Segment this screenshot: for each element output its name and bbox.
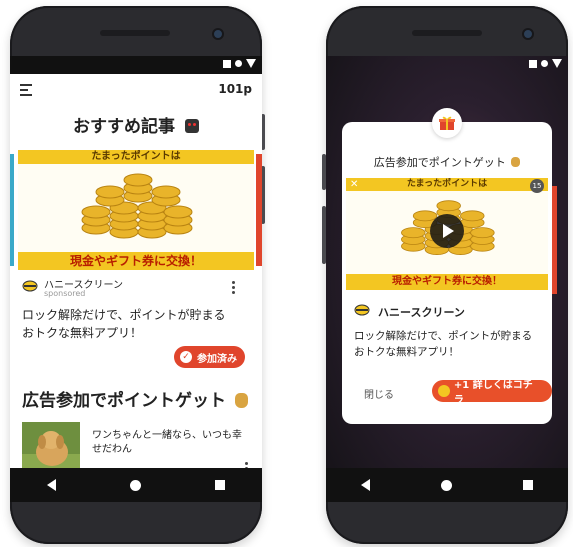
coin-icon (438, 385, 450, 397)
left-screen: 101p おすすめ記事 たまったポイントは 現金やギフト券に交換！ ハニースクリ… (10, 56, 262, 502)
dog-thumbnail (22, 422, 80, 474)
wifi-icon (235, 60, 242, 67)
dialog-description-line2: おトクな無料アプリ！ (354, 346, 459, 358)
play-icon[interactable] (430, 214, 464, 248)
battery-icon (246, 59, 256, 68)
back-nav-icon[interactable] (47, 479, 56, 491)
banner-bottom-text: 現金やギフト券に交換！ (18, 252, 254, 270)
banner-top-text: たまったポイントは (18, 150, 254, 164)
wifi-icon (541, 60, 548, 67)
card-description-line2: おトクな無料アプリ！ (22, 326, 143, 340)
participated-chip-label: 参加済み (197, 353, 237, 365)
battery-icon (552, 59, 562, 68)
front-camera (522, 28, 534, 40)
prev-card-edge (10, 154, 14, 266)
left-phone: 101p おすすめ記事 たまったポイントは 現金やギフト券に交換！ ハニースクリ… (10, 6, 265, 544)
list-item[interactable]: ワンちゃんと一緒なら、いつも幸 せだわん (22, 422, 254, 474)
section-title-recommended: おすすめ記事 (10, 112, 262, 137)
dialog-title-text: 広告参加でポイントゲット (373, 156, 506, 169)
money-bag-icon (234, 393, 248, 408)
list-item-text-line2: せだわん (92, 444, 132, 455)
recents-nav-icon[interactable] (522, 480, 533, 490)
back-nav-icon[interactable] (361, 479, 371, 491)
robot-emoji-icon (184, 119, 199, 133)
details-cta-button[interactable]: +1 詳しくはコチラ (432, 380, 552, 406)
home-nav-icon[interactable] (130, 479, 141, 491)
details-cta-label: +1 詳しくはコチラ (453, 380, 533, 406)
points-counter: 101p (218, 82, 252, 96)
participated-chip[interactable]: ✓ 参加済み (174, 346, 245, 368)
earpiece (100, 30, 170, 36)
section-title-text: おすすめ記事 (73, 117, 176, 137)
dialog-brand: ハニースクリーン (378, 306, 465, 319)
right-phone: 広告参加でポイントゲット たまったポイントは ✕ 15 現金やギフト券に交換！ … (322, 6, 568, 544)
card-description-line1: ロック解除だけで、ポイントが貯まる (22, 308, 226, 322)
nav-bar (10, 468, 262, 502)
recents-nav-icon[interactable] (215, 480, 225, 490)
status-bar (10, 56, 262, 74)
dialog-banner-top-text: たまったポイントは (346, 178, 548, 191)
honeyscreen-logo-icon (22, 280, 38, 292)
next-card-edge (552, 186, 557, 294)
card-sponsored-label: sponsored (44, 289, 86, 298)
earpiece (412, 30, 482, 36)
front-camera (212, 28, 224, 40)
section-title-ad-points-text: 広告参加でポイントゲット (22, 391, 226, 411)
ad-banner-image[interactable]: たまったポイントは 現金やギフト券に交換！ (18, 150, 254, 270)
more-vert-icon[interactable] (232, 281, 235, 296)
gift-icon (432, 108, 462, 138)
coin-stack-image (81, 173, 193, 239)
menu-icon[interactable] (20, 84, 32, 99)
dialog-banner-bottom-text: 現金やギフト券に交換！ (346, 274, 548, 290)
dialog-description-line1: ロック解除だけで、ポイントが貯まる (354, 330, 533, 342)
honeyscreen-logo-icon (354, 304, 370, 316)
section-title-ad-points: 広告参加でポイントゲット (22, 386, 248, 411)
money-bag-icon (511, 157, 521, 167)
right-screen: 広告参加でポイントゲット たまったポイントは ✕ 15 現金やギフト券に交換！ … (326, 56, 568, 502)
home-nav-icon[interactable] (440, 479, 452, 491)
status-bar (326, 56, 568, 74)
close-icon[interactable]: ✕ (350, 179, 358, 190)
dialog-title: 広告参加でポイントゲット (342, 154, 552, 170)
check-icon: ✓ (180, 351, 192, 363)
close-button[interactable]: 閉じる (364, 386, 394, 401)
signal-icon (223, 59, 231, 68)
dialog-ad-banner[interactable]: たまったポイントは ✕ 15 ◀ (346, 178, 548, 290)
next-card-edge (256, 154, 262, 266)
list-item-text-line1: ワンちゃんと一緒なら、いつも幸 (92, 430, 242, 441)
app-bar: 101p (10, 74, 262, 104)
nav-bar (326, 468, 568, 502)
ad-timer-badge: 15 (530, 179, 544, 193)
signal-icon (529, 59, 537, 68)
ad-dialog: 広告参加でポイントゲット たまったポイントは ✕ 15 現金やギフト券に交換！ … (342, 108, 552, 424)
